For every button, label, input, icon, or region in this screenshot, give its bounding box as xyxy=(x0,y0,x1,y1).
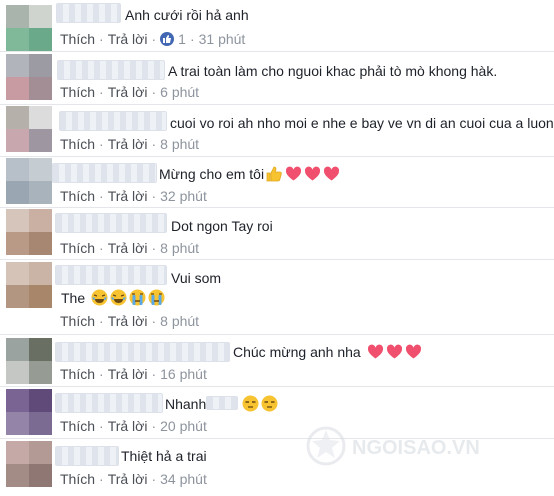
comment-text: A trai toàn làm cho nguoi khac phải tò m… xyxy=(168,63,498,79)
commenter-avatar[interactable] xyxy=(6,209,52,255)
divider xyxy=(0,207,554,208)
comment-text: Anh cưới rồi hả anh xyxy=(125,7,249,23)
comment-time[interactable]: 16 phút xyxy=(160,366,207,382)
comment-text: Mừng cho em tôi xyxy=(159,165,340,183)
redacted-username xyxy=(55,393,163,413)
commenter-avatar[interactable] xyxy=(6,338,52,384)
comment-actions: Thích · Trả lời · 6 phút xyxy=(60,84,200,100)
like-link[interactable]: Thích xyxy=(60,31,95,47)
comment-time[interactable]: 31 phút xyxy=(199,31,246,47)
reply-link[interactable]: Trả lời xyxy=(108,240,148,256)
redacted-username xyxy=(56,3,121,23)
commenter-avatar[interactable] xyxy=(6,389,52,435)
watermark-logo: NGOISAO.VN xyxy=(300,416,540,476)
comment-time[interactable]: 8 phút xyxy=(160,240,199,256)
divider xyxy=(0,334,554,335)
comment-actions: Thích · Trả lời · 32 phút xyxy=(60,188,207,204)
unamused-emoji xyxy=(242,395,259,412)
heart-emoji xyxy=(323,165,340,182)
redacted-username xyxy=(59,111,167,131)
thumbs-up-emoji xyxy=(266,165,283,182)
heart-emoji xyxy=(304,165,321,182)
like-link[interactable]: Thích xyxy=(60,188,95,204)
redacted-username xyxy=(55,265,167,285)
comment-actions: Thích · Trả lời · 8 phút xyxy=(60,136,200,152)
like-link[interactable]: Thích xyxy=(60,84,95,100)
reply-link[interactable]: Trả lời xyxy=(108,313,148,329)
redacted-username xyxy=(55,213,167,233)
heart-emoji xyxy=(367,343,384,360)
like-link[interactable]: Thích xyxy=(60,418,95,434)
divider xyxy=(0,386,554,387)
divider xyxy=(0,259,554,260)
laugh-cry-emoji xyxy=(110,289,127,306)
unamused-emoji xyxy=(261,395,278,412)
redacted-username xyxy=(55,342,230,362)
like-link[interactable]: Thích xyxy=(60,313,95,329)
redacted-username xyxy=(52,163,157,183)
reaction-count[interactable]: 1 xyxy=(178,31,186,47)
commenter-avatar[interactable] xyxy=(6,441,52,487)
reply-link[interactable]: Trả lời xyxy=(108,188,148,204)
reply-link[interactable]: Trả lời xyxy=(108,136,148,152)
like-link[interactable]: Thích xyxy=(60,136,95,152)
comment-text: Nhanh xyxy=(165,395,278,413)
comment-actions: Thích · Trả lời · 34 phút xyxy=(60,471,207,487)
crying-emoji xyxy=(148,289,165,306)
comment-text: cuoi vo roi ah nho moi e nhe e bay ve vn… xyxy=(170,115,554,131)
heart-emoji xyxy=(386,343,403,360)
comment-actions: Thích · Trả lời · 20 phút xyxy=(60,418,207,434)
watermark-text: NGOISAO.VN xyxy=(352,437,480,459)
redacted-username xyxy=(55,446,119,466)
comment-text: Thiệt hả a trai xyxy=(121,448,207,464)
comment-text: Chúc mừng anh nha xyxy=(233,343,422,361)
comment-actions: Thích · Trả lời · 1 · 31 phút xyxy=(60,31,246,47)
reply-link[interactable]: Trả lời xyxy=(108,418,148,434)
divider xyxy=(0,156,554,157)
commenter-avatar[interactable] xyxy=(6,5,52,51)
like-link[interactable]: Thích xyxy=(60,240,95,256)
heart-emoji xyxy=(285,165,302,182)
comment-time[interactable]: 34 phút xyxy=(160,471,207,487)
like-reaction-icon[interactable] xyxy=(160,32,175,46)
like-link[interactable]: Thích xyxy=(60,366,95,382)
comment-text: Dot ngon Tay roi xyxy=(171,218,273,234)
comment-time[interactable]: 6 phút xyxy=(160,84,199,100)
comment-time[interactable]: 8 phút xyxy=(160,136,199,152)
like-link[interactable]: Thích xyxy=(60,471,95,487)
comment-time[interactable]: 32 phút xyxy=(160,188,207,204)
comment-actions: Thích · Trả lời · 16 phút xyxy=(60,366,207,382)
crying-emoji xyxy=(129,289,146,306)
commenter-avatar[interactable] xyxy=(6,54,52,100)
redacted-username xyxy=(57,60,165,80)
commenter-avatar[interactable] xyxy=(6,262,52,308)
comment-actions: Thích · Trả lời · 8 phút xyxy=(60,313,200,329)
divider xyxy=(0,51,554,52)
divider xyxy=(0,104,554,105)
reply-link[interactable]: Trả lời xyxy=(108,31,148,47)
commenter-avatar[interactable] xyxy=(6,158,52,204)
laugh-cry-emoji xyxy=(91,289,108,306)
comment-time[interactable]: 8 phút xyxy=(160,313,199,329)
comment-time[interactable]: 20 phút xyxy=(160,418,207,434)
commenter-avatar[interactable] xyxy=(6,106,52,152)
comment-text-line2: The xyxy=(61,289,165,307)
reply-link[interactable]: Trả lời xyxy=(108,366,148,382)
comment-text: Vui som xyxy=(171,270,222,286)
reply-link[interactable]: Trả lời xyxy=(108,84,148,100)
heart-emoji xyxy=(405,343,422,360)
reply-link[interactable]: Trả lời xyxy=(108,471,148,487)
comment-actions: Thích · Trả lời · 8 phút xyxy=(60,240,200,256)
redacted-text xyxy=(206,396,239,410)
